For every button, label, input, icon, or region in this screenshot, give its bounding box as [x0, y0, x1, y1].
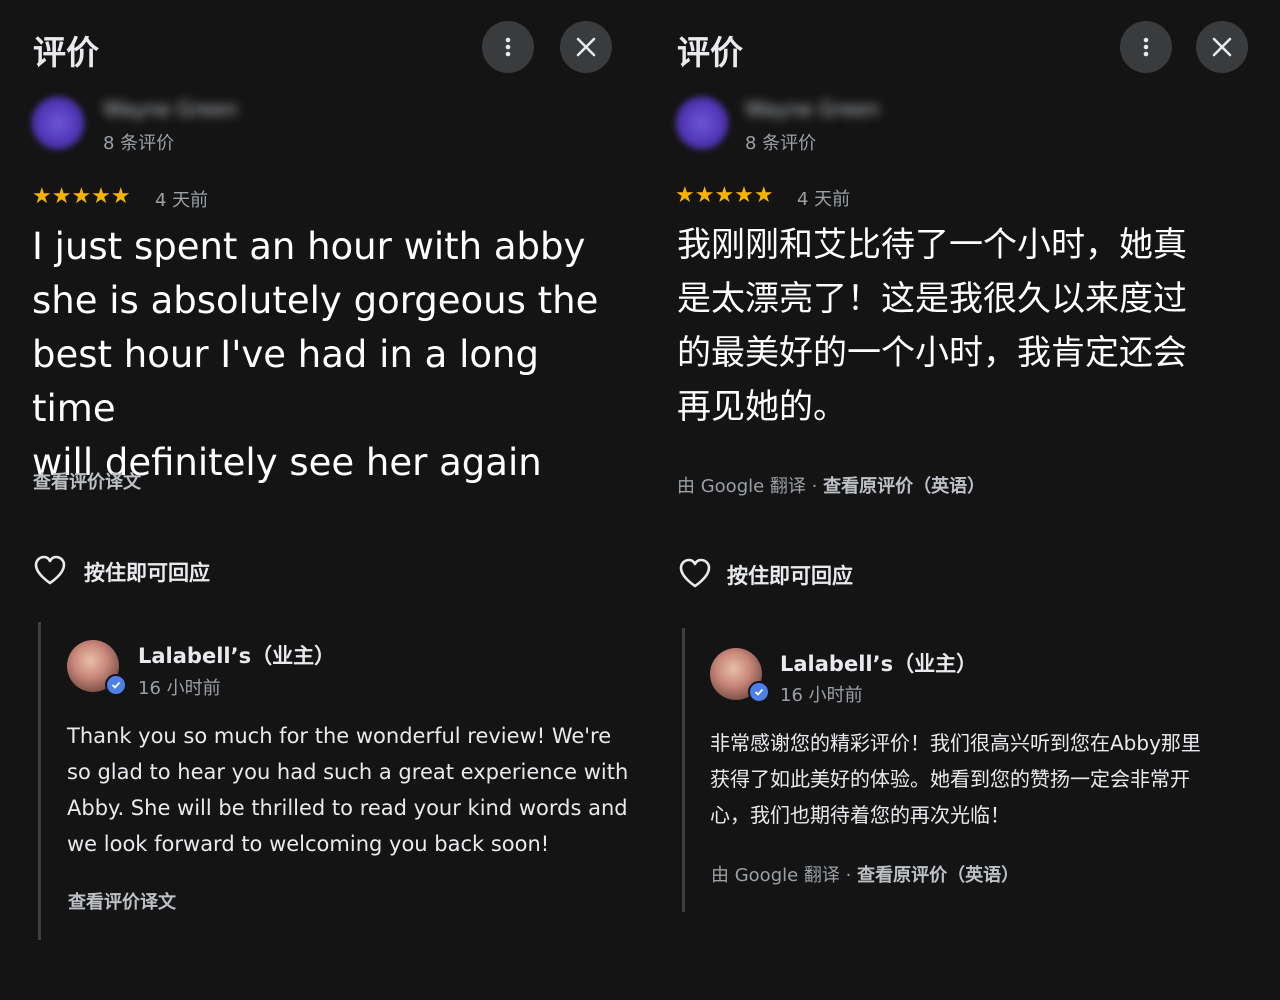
close-icon	[576, 37, 596, 57]
review-panel-translated: 评价 Wayne Green 8 条评价 ★★★★★ 4 天前 我刚刚和艾比待了…	[640, 0, 1280, 1000]
review-body: I just spent an hour with abby she is ab…	[32, 220, 632, 490]
close-button[interactable]	[1196, 21, 1248, 73]
owner-reply-time: 16 小时前	[780, 685, 863, 706]
review-line: best hour I've had in a long time	[32, 333, 539, 430]
owner-reply-line: we look forward to welcoming you back so…	[67, 832, 550, 856]
owner-reply-line: 非常感谢您的精彩评价！我们很高兴听到您在Abby那里	[710, 731, 1201, 755]
review-time: 4 天前	[797, 189, 851, 210]
respond-label[interactable]: 按住即可回应	[727, 560, 853, 590]
reviewer-avatar[interactable]	[675, 96, 729, 150]
more-options-button[interactable]	[1120, 21, 1172, 73]
page-title: 评价	[33, 33, 99, 72]
review-body: 我刚刚和艾比待了一个小时，她真 是太漂亮了！这是我很久以来度过 的最美好的一个小…	[677, 218, 1277, 434]
review-line: 我刚刚和艾比待了一个小时，她真	[677, 225, 1187, 265]
close-icon	[1212, 37, 1232, 57]
reviewer-review-count: 8 条评价	[745, 133, 817, 154]
verified-check-icon	[105, 674, 127, 696]
close-button[interactable]	[560, 21, 612, 73]
respond-label[interactable]: 按住即可回应	[84, 557, 210, 587]
review-time: 4 天前	[155, 190, 209, 211]
reviewer-avatar[interactable]	[31, 96, 85, 150]
more-options-button[interactable]	[482, 21, 534, 73]
owner-name[interactable]: Lalabell’s（业主）	[138, 640, 335, 670]
review-line: 的最美好的一个小时，我肯定还会	[677, 333, 1187, 373]
owner-view-translation-link[interactable]: 查看评价译文	[68, 888, 176, 914]
review-line: I just spent an hour with abby	[32, 225, 586, 268]
reviewer-review-count: 8 条评价	[103, 133, 175, 154]
review-panel-original: 评价 Wayne Green 8 条评价 ★★★★★ 4 天前 I just s…	[0, 0, 640, 1000]
owner-reply-line: Thank you so much for the wonderful revi…	[67, 724, 612, 748]
owner-reply-time: 16 小时前	[138, 678, 221, 699]
reviewer-name[interactable]: Wayne Green	[103, 97, 238, 121]
review-line: 再见她的。	[677, 387, 847, 427]
star-rating: ★★★★★	[675, 183, 774, 208]
owner-translation-note: 由 Google 翻译 · 查看原评价（英语）	[711, 861, 1019, 887]
translated-by-label: 由 Google 翻译 ·	[677, 476, 824, 497]
owner-reply-line: 心，我们也期待着您的再次光临！	[710, 803, 1010, 827]
view-original-link[interactable]: 查看原评价（英语）	[823, 476, 985, 497]
owner-reply-body: Thank you so much for the wonderful revi…	[67, 718, 637, 862]
heart-outline-icon[interactable]	[678, 557, 712, 589]
owner-reply-line: so glad to hear you had such a great exp…	[67, 760, 629, 784]
star-rating: ★★★★★	[32, 184, 131, 209]
heart-outline-icon[interactable]	[33, 554, 67, 586]
page-title: 评价	[677, 33, 743, 72]
owner-reply-line: 获得了如此美好的体验。她看到您的赞扬一定会非常开	[710, 767, 1190, 791]
review-line: she is absolutely gorgeous the	[32, 279, 599, 322]
owner-reply-line: Abby. She will be thrilled to read your …	[67, 796, 628, 820]
owner-reply-divider	[38, 622, 41, 940]
view-original-link[interactable]: 查看原评价（英语）	[857, 865, 1019, 886]
review-line: 是太漂亮了！这是我很久以来度过	[677, 279, 1187, 319]
view-translation-link[interactable]: 查看评价译文	[33, 468, 141, 494]
translation-note: 由 Google 翻译 · 查看原评价（英语）	[677, 472, 985, 498]
owner-name[interactable]: Lalabell’s（业主）	[780, 648, 977, 678]
translated-by-label: 由 Google 翻译 ·	[711, 865, 858, 886]
verified-check-icon	[748, 681, 770, 703]
more-vert-icon	[1143, 37, 1149, 57]
more-vert-icon	[505, 37, 511, 57]
reviewer-name[interactable]: Wayne Green	[745, 97, 880, 121]
owner-reply-divider	[682, 628, 685, 912]
owner-reply-body: 非常感谢您的精彩评价！我们很高兴听到您在Abby那里 获得了如此美好的体验。她看…	[710, 725, 1278, 833]
